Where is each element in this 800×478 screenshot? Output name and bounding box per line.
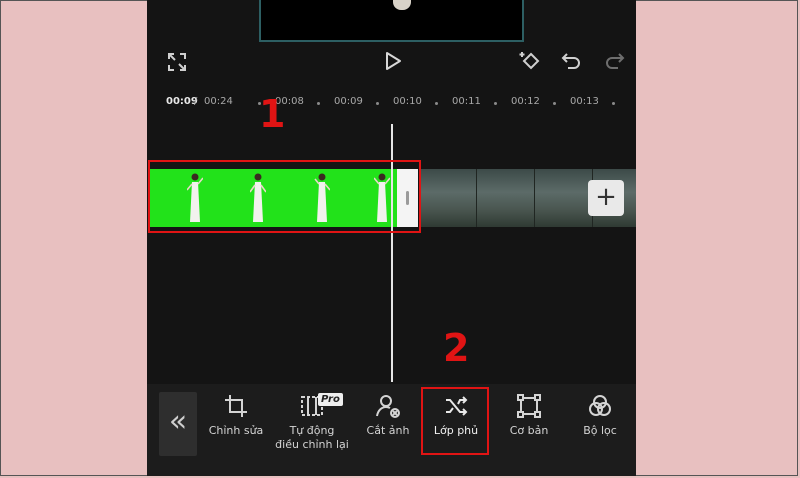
clip-frame xyxy=(419,169,477,227)
highlight-box-2 xyxy=(421,387,489,455)
ruler-dot xyxy=(376,102,379,105)
ruler-dot xyxy=(553,102,556,105)
crop-icon xyxy=(225,395,247,417)
ruler-tick: 00:11 xyxy=(452,96,481,107)
play-icon[interactable] xyxy=(383,51,403,71)
time-ruler[interactable]: 00:09 / 00:24 00:08 00:09 00:10 00:11 00… xyxy=(147,93,636,113)
ruler-dot xyxy=(494,102,497,105)
tool-auto-reframe[interactable]: Tự động điều chỉnh lại xyxy=(267,394,357,452)
redo-icon[interactable] xyxy=(603,51,625,71)
ruler-dot xyxy=(612,102,615,105)
basic-icon xyxy=(517,394,541,418)
editor-screen: 00:09 / 00:24 00:08 00:09 00:10 00:11 00… xyxy=(147,0,636,476)
highlight-box-1 xyxy=(148,160,421,233)
double-chevron-left-icon: « xyxy=(168,404,188,439)
tool-label: Cắt ảnh xyxy=(366,424,410,437)
clip-frame xyxy=(477,169,535,227)
undo-icon[interactable] xyxy=(561,51,583,71)
pro-badge: Pro xyxy=(318,393,343,406)
annotation-number-2: 2 xyxy=(443,326,470,370)
tool-edit[interactable]: Chỉnh sửa xyxy=(206,394,266,438)
ruler-tick: 00:13 xyxy=(570,96,599,107)
cutout-icon xyxy=(376,395,400,418)
tool-label: Chỉnh sửa xyxy=(208,424,264,437)
ruler-dot xyxy=(435,102,438,105)
tool-label: Cơ bản xyxy=(509,424,549,437)
keyframe-icon[interactable] xyxy=(519,50,543,72)
ruler-dot xyxy=(317,102,320,105)
collapse-toolbar-button[interactable]: « xyxy=(159,392,197,456)
total-time: 00:24 xyxy=(204,96,233,107)
ruler-tick: 00:12 xyxy=(511,96,540,107)
add-clip-button[interactable]: + xyxy=(588,180,624,216)
preview-subject xyxy=(393,0,411,10)
tool-label: Bộ lọc xyxy=(583,424,617,437)
video-preview[interactable] xyxy=(259,0,524,42)
tool-cutout[interactable]: Cắt ảnh xyxy=(358,394,418,438)
fullscreen-icon[interactable] xyxy=(167,52,187,72)
tool-label: Tự động điều chỉnh lại xyxy=(275,424,349,451)
tool-filter[interactable]: Bộ lọc xyxy=(570,394,630,438)
ruler-tick: 00:09 xyxy=(334,96,363,107)
ruler-tick: 00:10 xyxy=(393,96,422,107)
bottom-toolbar: « Chỉnh sửa Tự động điều chỉnh lại Pro C… xyxy=(147,384,636,476)
annotation-number-1: 1 xyxy=(259,92,286,136)
clip-frame xyxy=(535,169,593,227)
time-separator: / xyxy=(194,96,198,107)
tool-basic[interactable]: Cơ bản xyxy=(499,394,559,438)
filter-icon xyxy=(589,395,611,416)
